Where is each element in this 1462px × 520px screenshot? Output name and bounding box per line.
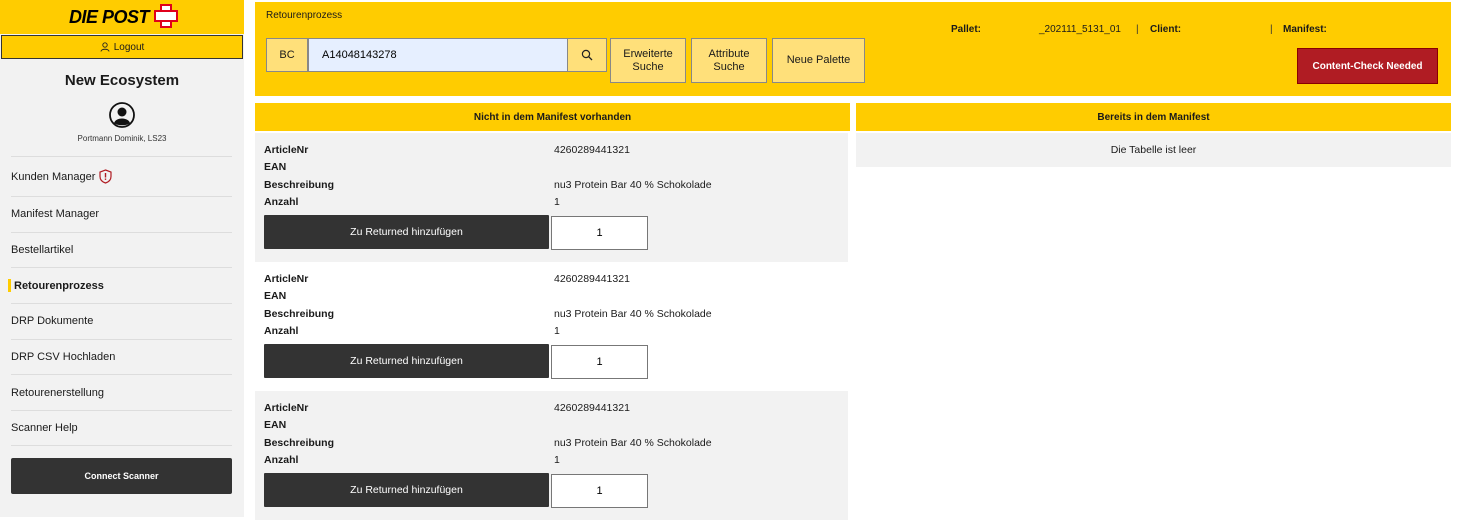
sidebar-item-scanner-help[interactable]: Scanner Help <box>11 410 232 446</box>
divider: | <box>1270 24 1273 35</box>
page-title: Retourenprozess <box>266 10 343 21</box>
quantity-value: 1 <box>554 196 560 208</box>
ean-label: EAN <box>264 419 287 431</box>
swiss-cross-icon <box>153 3 178 28</box>
connect-scanner-button[interactable]: Connect Scanner <box>11 458 232 494</box>
article-nr-value: 4260289441321 <box>554 402 630 414</box>
quantity-value: 1 <box>554 454 560 466</box>
article-nr-value: 4260289441321 <box>554 144 630 156</box>
logo-bar: DIE POST <box>0 0 244 34</box>
search-icon <box>581 49 593 61</box>
client-label: Client: <box>1150 24 1182 35</box>
article-card: ArticleNr 4260289441321 EAN Beschreibung… <box>255 391 848 520</box>
logo-text: DIE POST <box>68 6 150 27</box>
description-value: nu3 Protein Bar 40 % Schokolade <box>554 437 712 449</box>
sidebar-item-bestellartikel[interactable]: Bestellartikel <box>11 231 232 268</box>
sidebar-item-label: Scanner Help <box>11 421 78 434</box>
pallet-label: Pallet: <box>951 24 982 35</box>
attribute-search-label-2: Suche <box>713 60 745 73</box>
advanced-search-label-2: Suche <box>632 60 664 73</box>
add-to-returned-button[interactable]: Zu Returned hinzufügen <box>264 344 549 378</box>
manifest-label: Manifest: <box>1283 24 1327 35</box>
pallet-value: _202111_5131_01 <box>1039 24 1121 35</box>
advanced-search-label-1: Erweiterte <box>623 47 673 60</box>
avatar-icon <box>109 102 135 128</box>
article-nr-label: ArticleNr <box>264 273 309 285</box>
add-to-returned-button[interactable]: Zu Returned hinzufügen <box>264 473 549 507</box>
attribute-search-label-1: Attribute <box>708 47 750 60</box>
return-quantity-input[interactable] <box>551 345 648 379</box>
barcode-prefix: BC <box>266 38 308 72</box>
sidebar-item-label: DRP CSV Hochladen <box>11 351 116 364</box>
description-value: nu3 Protein Bar 40 % Schokolade <box>554 179 712 191</box>
sidebar-item-retourenerstellung[interactable]: Retourenerstellung <box>11 374 232 410</box>
not-in-manifest-header: Nicht in dem Manifest vorhanden <box>255 103 850 131</box>
sidebar-item-label: Kunden Manager <box>11 170 96 183</box>
new-pallet-label: Neue Palette <box>786 54 851 66</box>
article-nr-value: 4260289441321 <box>554 273 630 285</box>
sidebar-item-label: DRP Dokumente <box>11 315 94 328</box>
sidebar-item-drp-dokumente[interactable]: DRP Dokumente <box>11 303 232 339</box>
sidebar-item-kunden-manager[interactable]: Kunden Manager <box>11 156 232 196</box>
description-label: Beschreibung <box>264 179 335 191</box>
ean-label: EAN <box>264 161 287 173</box>
quantity-label: Anzahl <box>264 454 299 466</box>
return-quantity-input[interactable] <box>551 216 648 250</box>
app-title: New Ecosystem <box>64 72 180 89</box>
user-name: Portmann Dominik, LS23 <box>77 134 167 143</box>
sidebar-nav: Kunden Manager Manifest Manager Bestella… <box>8 156 232 446</box>
empty-table-message: Die Tabelle ist leer <box>856 133 1451 167</box>
add-to-returned-button[interactable]: Zu Returned hinzufügen <box>264 215 549 249</box>
ean-label: EAN <box>264 290 287 302</box>
article-card: ArticleNr 4260289441321 EAN Beschreibung… <box>255 133 848 262</box>
description-value: nu3 Protein Bar 40 % Schokolade <box>554 308 712 320</box>
content-check-button[interactable]: Content-Check Needed <box>1297 48 1438 84</box>
logout-button[interactable]: Logout <box>1 35 243 59</box>
article-nr-label: ArticleNr <box>264 402 309 414</box>
quantity-label: Anzahl <box>264 325 299 337</box>
sidebar-item-drp-csv-hochladen[interactable]: DRP CSV Hochladen <box>11 338 232 375</box>
user-icon <box>100 42 110 52</box>
return-quantity-input[interactable] <box>551 474 648 508</box>
sidebar-item-label: Manifest Manager <box>11 208 100 221</box>
die-post-logo[interactable]: DIE POST <box>68 4 178 28</box>
advanced-search-button[interactable]: Erweiterte Suche <box>610 38 686 83</box>
sidebar: DIE POST Logout New Ecosystem Portmann D… <box>0 0 244 517</box>
attribute-search-button[interactable]: Attribute Suche <box>691 38 767 83</box>
sidebar-item-label: Retourenerstellung <box>11 386 104 399</box>
shield-icon <box>99 169 113 184</box>
new-pallet-button[interactable]: Neue Palette <box>772 38 865 83</box>
description-label: Beschreibung <box>264 308 335 320</box>
logout-label: Logout <box>113 41 145 53</box>
search-button[interactable] <box>567 38 607 72</box>
description-label: Beschreibung <box>264 437 335 449</box>
sidebar-item-manifest-manager[interactable]: Manifest Manager <box>11 196 232 232</box>
quantity-label: Anzahl <box>264 196 299 208</box>
divider: | <box>1136 24 1139 35</box>
sidebar-item-label: Bestellartikel <box>11 244 74 257</box>
sidebar-item-retourenprozess[interactable]: Retourenprozess <box>8 267 232 303</box>
search-panel: Retourenprozess BC ErweiterteSuche Attri… <box>255 2 1451 96</box>
in-manifest-header: Bereits in dem Manifest <box>856 103 1451 131</box>
barcode-search-input[interactable] <box>308 38 568 72</box>
quantity-value: 1 <box>554 325 560 337</box>
article-card: ArticleNr 4260289441321 EAN Beschreibung… <box>255 262 848 391</box>
article-nr-label: ArticleNr <box>264 144 309 156</box>
sidebar-item-label: Retourenprozess <box>14 279 104 292</box>
